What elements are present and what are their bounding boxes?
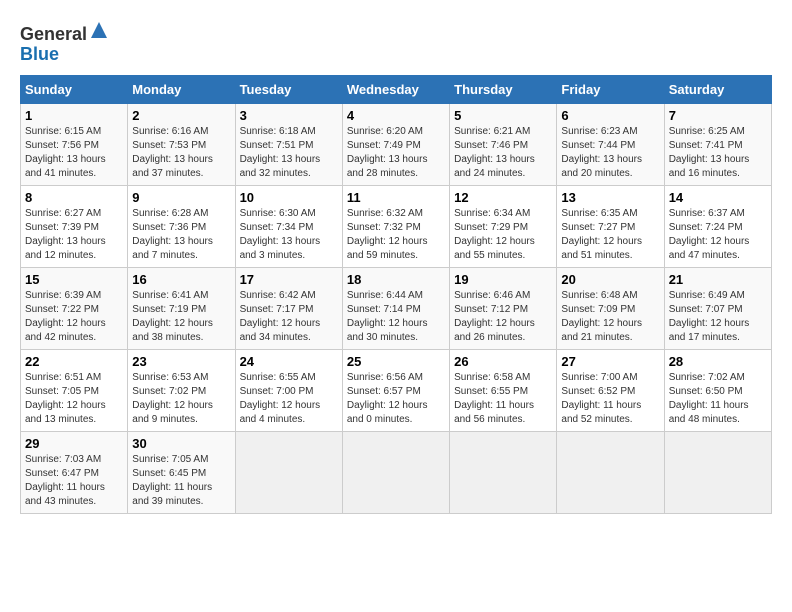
table-row: 14Sunrise: 6:37 AM Sunset: 7:24 PM Dayli…	[664, 185, 771, 267]
logo-blue: Blue	[20, 44, 59, 64]
weekday-header-row: SundayMondayTuesdayWednesdayThursdayFrid…	[21, 75, 772, 103]
weekday-header-tuesday: Tuesday	[235, 75, 342, 103]
table-row: 6Sunrise: 6:23 AM Sunset: 7:44 PM Daylig…	[557, 103, 664, 185]
table-row: 21Sunrise: 6:49 AM Sunset: 7:07 PM Dayli…	[664, 267, 771, 349]
weekday-header-saturday: Saturday	[664, 75, 771, 103]
table-row: 8Sunrise: 6:27 AM Sunset: 7:39 PM Daylig…	[21, 185, 128, 267]
table-row: 29Sunrise: 7:03 AM Sunset: 6:47 PM Dayli…	[21, 431, 128, 513]
table-row: 27Sunrise: 7:00 AM Sunset: 6:52 PM Dayli…	[557, 349, 664, 431]
table-row: 13Sunrise: 6:35 AM Sunset: 7:27 PM Dayli…	[557, 185, 664, 267]
logo: General Blue	[20, 20, 109, 65]
calendar: SundayMondayTuesdayWednesdayThursdayFrid…	[20, 75, 772, 514]
header: General Blue	[20, 20, 772, 65]
weekday-header-wednesday: Wednesday	[342, 75, 449, 103]
table-row: 18Sunrise: 6:44 AM Sunset: 7:14 PM Dayli…	[342, 267, 449, 349]
calendar-week-4: 29Sunrise: 7:03 AM Sunset: 6:47 PM Dayli…	[21, 431, 772, 513]
table-row	[450, 431, 557, 513]
table-row: 20Sunrise: 6:48 AM Sunset: 7:09 PM Dayli…	[557, 267, 664, 349]
table-row: 26Sunrise: 6:58 AM Sunset: 6:55 PM Dayli…	[450, 349, 557, 431]
table-row: 12Sunrise: 6:34 AM Sunset: 7:29 PM Dayli…	[450, 185, 557, 267]
table-row: 17Sunrise: 6:42 AM Sunset: 7:17 PM Dayli…	[235, 267, 342, 349]
table-row: 22Sunrise: 6:51 AM Sunset: 7:05 PM Dayli…	[21, 349, 128, 431]
weekday-header-monday: Monday	[128, 75, 235, 103]
table-row: 24Sunrise: 6:55 AM Sunset: 7:00 PM Dayli…	[235, 349, 342, 431]
table-row: 23Sunrise: 6:53 AM Sunset: 7:02 PM Dayli…	[128, 349, 235, 431]
table-row	[664, 431, 771, 513]
table-row: 9Sunrise: 6:28 AM Sunset: 7:36 PM Daylig…	[128, 185, 235, 267]
table-row: 15Sunrise: 6:39 AM Sunset: 7:22 PM Dayli…	[21, 267, 128, 349]
table-row: 10Sunrise: 6:30 AM Sunset: 7:34 PM Dayli…	[235, 185, 342, 267]
table-row: 19Sunrise: 6:46 AM Sunset: 7:12 PM Dayli…	[450, 267, 557, 349]
weekday-header-thursday: Thursday	[450, 75, 557, 103]
table-row: 3Sunrise: 6:18 AM Sunset: 7:51 PM Daylig…	[235, 103, 342, 185]
table-row: 30Sunrise: 7:05 AM Sunset: 6:45 PM Dayli…	[128, 431, 235, 513]
table-row: 16Sunrise: 6:41 AM Sunset: 7:19 PM Dayli…	[128, 267, 235, 349]
table-row: 1Sunrise: 6:15 AM Sunset: 7:56 PM Daylig…	[21, 103, 128, 185]
table-row: 11Sunrise: 6:32 AM Sunset: 7:32 PM Dayli…	[342, 185, 449, 267]
table-row: 25Sunrise: 6:56 AM Sunset: 6:57 PM Dayli…	[342, 349, 449, 431]
calendar-week-1: 8Sunrise: 6:27 AM Sunset: 7:39 PM Daylig…	[21, 185, 772, 267]
table-row: 28Sunrise: 7:02 AM Sunset: 6:50 PM Dayli…	[664, 349, 771, 431]
calendar-week-2: 15Sunrise: 6:39 AM Sunset: 7:22 PM Dayli…	[21, 267, 772, 349]
logo-icon	[89, 20, 109, 40]
table-row	[342, 431, 449, 513]
table-row: 4Sunrise: 6:20 AM Sunset: 7:49 PM Daylig…	[342, 103, 449, 185]
weekday-header-sunday: Sunday	[21, 75, 128, 103]
logo-general: General	[20, 24, 87, 44]
weekday-header-friday: Friday	[557, 75, 664, 103]
calendar-week-3: 22Sunrise: 6:51 AM Sunset: 7:05 PM Dayli…	[21, 349, 772, 431]
calendar-week-0: 1Sunrise: 6:15 AM Sunset: 7:56 PM Daylig…	[21, 103, 772, 185]
table-row: 2Sunrise: 6:16 AM Sunset: 7:53 PM Daylig…	[128, 103, 235, 185]
table-row: 5Sunrise: 6:21 AM Sunset: 7:46 PM Daylig…	[450, 103, 557, 185]
table-row: 7Sunrise: 6:25 AM Sunset: 7:41 PM Daylig…	[664, 103, 771, 185]
table-row	[235, 431, 342, 513]
table-row	[557, 431, 664, 513]
